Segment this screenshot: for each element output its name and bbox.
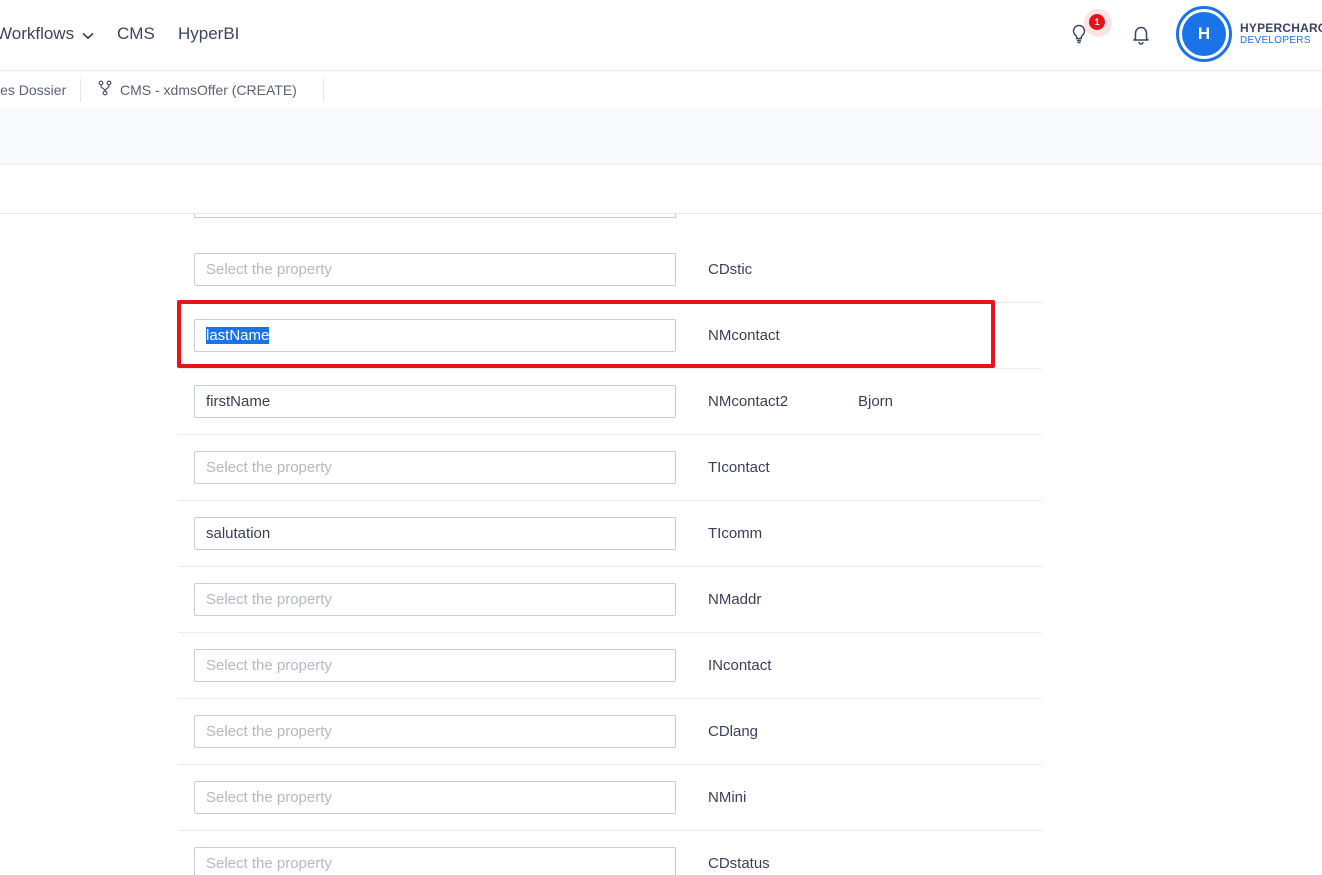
property-select-input[interactable]: Select the property xyxy=(194,583,676,616)
property-value: firstName xyxy=(206,393,271,410)
target-field-name: CDlang xyxy=(708,723,759,740)
target-field-name: CDstatus xyxy=(708,855,770,872)
mapping-row: Select the property NMini xyxy=(178,764,1042,831)
nav-workflows[interactable]: Workflows xyxy=(0,24,94,45)
property-placeholder: Select the property xyxy=(206,261,332,278)
mapping-row: firstName NMcontact2 Bjorn xyxy=(178,368,1042,435)
nav-hyperbi[interactable]: HyperBI xyxy=(178,24,239,44)
mapping-row: Select the property INcontact xyxy=(178,632,1042,699)
target-field-name: TIcontact xyxy=(708,459,770,476)
bell-icon[interactable] xyxy=(1129,22,1153,46)
mapping-row: Select the property NMaddr xyxy=(178,566,1042,633)
property-select-input[interactable]: Select the property xyxy=(194,451,676,484)
target-field-name: NMaddr xyxy=(708,591,762,608)
property-input-partial[interactable] xyxy=(194,214,676,218)
tab-divider xyxy=(80,79,81,102)
tab-dossier[interactable]: les Dossier xyxy=(0,71,66,108)
target-field-name: INcontact xyxy=(708,657,772,674)
highlight-annotation xyxy=(177,300,995,368)
property-select-input[interactable]: Select the property xyxy=(194,253,676,286)
property-select-input[interactable]: firstName xyxy=(194,385,676,418)
property-select-input[interactable]: Select the property xyxy=(194,781,676,814)
nav-workflows-label: Workflows xyxy=(0,24,75,43)
tab-cms-label: CMS - xdmsOffer (CREATE) xyxy=(120,82,297,98)
property-placeholder: Select the property xyxy=(206,459,332,476)
org-name: HYPERCHARGE xyxy=(1240,21,1322,35)
target-field-name: CDstic xyxy=(708,261,753,278)
property-select-input[interactable]: Select the property xyxy=(194,649,676,682)
avatar[interactable]: H xyxy=(1182,12,1226,56)
mapping-row: salutation TIcomm xyxy=(178,500,1042,567)
mapping-row: Select the property CDlang xyxy=(178,698,1042,765)
tab-cms-xdmsoffer[interactable]: CMS - xdmsOffer (CREATE) xyxy=(98,71,297,108)
mapping-row: Select the property CDstatus xyxy=(178,830,1042,875)
property-placeholder: Select the property xyxy=(206,723,332,740)
property-select-input[interactable]: salutation xyxy=(194,517,676,550)
notification-badge: 1 xyxy=(1089,14,1105,30)
property-placeholder: Select the property xyxy=(206,591,332,608)
sample-value: Bjorn xyxy=(858,393,894,410)
property-select-input[interactable]: Select the property xyxy=(194,715,676,748)
tab-divider xyxy=(323,79,324,102)
property-placeholder: Select the property xyxy=(206,789,332,806)
org-subtitle: DEVELOPERS xyxy=(1240,35,1311,46)
property-select-input[interactable]: Select the property xyxy=(194,847,676,875)
nav-cms[interactable]: CMS xyxy=(117,24,155,44)
chevron-down-icon xyxy=(82,25,94,45)
target-field-name: NMcontact2 xyxy=(708,393,789,410)
mapping-row: Select the property CDstic xyxy=(178,236,1042,303)
branch-icon xyxy=(98,72,112,110)
property-placeholder: Select the property xyxy=(206,657,332,674)
target-field-name: NMini xyxy=(708,789,747,806)
mapping-row: Select the property TIcontact xyxy=(178,434,1042,501)
property-placeholder: Select the property xyxy=(206,855,332,872)
property-value: salutation xyxy=(206,525,271,542)
target-field-name: TIcomm xyxy=(708,525,763,542)
open-tabs-bar: les Dossier CMS - xdmsOffer (CREATE) xyxy=(0,71,1322,108)
toolbar-area xyxy=(0,108,1322,165)
top-navigation: Workflows CMS HyperBI 1 H HYPERCHARGE DE… xyxy=(0,0,1322,71)
